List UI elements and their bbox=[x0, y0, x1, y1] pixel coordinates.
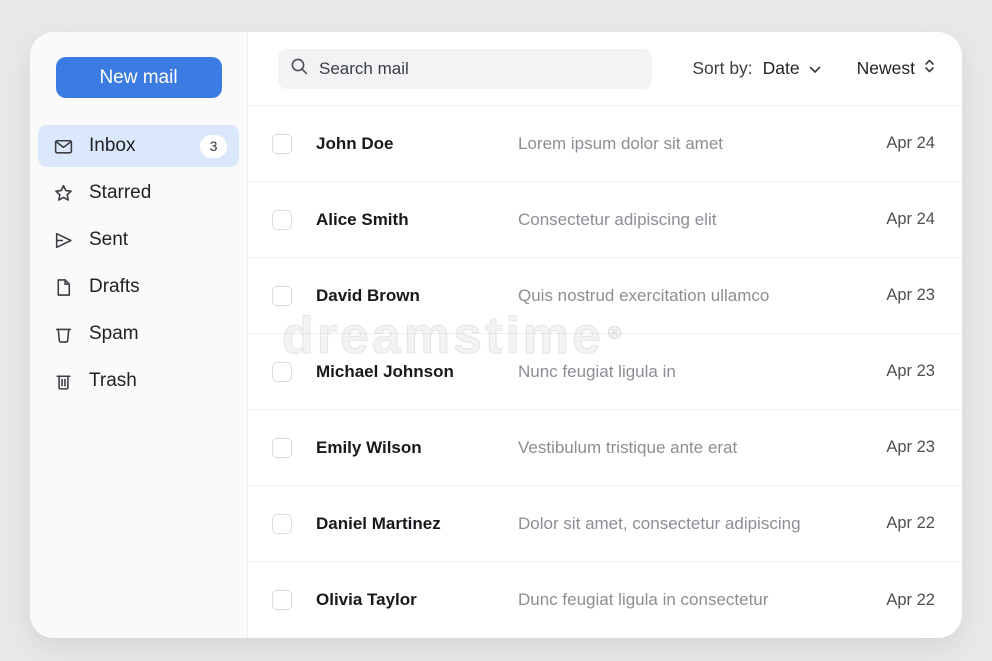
email-date: Apr 23 bbox=[886, 286, 935, 305]
email-checkbox[interactable] bbox=[272, 286, 292, 306]
email-date: Apr 22 bbox=[886, 591, 935, 610]
email-checkbox[interactable] bbox=[272, 210, 292, 230]
email-checkbox[interactable] bbox=[272, 134, 292, 154]
email-checkbox[interactable] bbox=[272, 438, 292, 458]
search-icon bbox=[290, 57, 309, 81]
email-date: Apr 22 bbox=[886, 514, 935, 533]
folder-label: Sent bbox=[89, 229, 128, 251]
email-preview: Consectetur adipiscing elit bbox=[518, 210, 870, 230]
search-input[interactable] bbox=[319, 59, 640, 79]
search-box[interactable] bbox=[278, 49, 652, 89]
email-preview: Dolor sit amet, consectetur adipiscing bbox=[518, 514, 870, 534]
email-date: Apr 23 bbox=[886, 362, 935, 381]
sidebar-item-drafts[interactable]: Drafts bbox=[38, 266, 239, 308]
sidebar-item-trash[interactable]: Trash bbox=[38, 360, 239, 402]
email-preview: Vestibulum tristique ante erat bbox=[518, 438, 870, 458]
folder-label: Inbox bbox=[89, 135, 135, 157]
email-sender: Daniel Martinez bbox=[316, 514, 518, 534]
sidebar-item-spam[interactable]: Spam bbox=[38, 313, 239, 355]
email-date: Apr 23 bbox=[886, 438, 935, 457]
email-checkbox[interactable] bbox=[272, 590, 292, 610]
mail-app-window: New mail Inbox 3 Starred Sent Drafts Spam Tras… bbox=[30, 32, 962, 638]
email-row[interactable]: Michael JohnsonNunc feugiat ligula in Apr… bbox=[248, 334, 962, 410]
email-preview: Lorem ipsum dolor sit amet bbox=[518, 134, 870, 154]
email-preview: Nunc feugiat ligula in bbox=[518, 362, 870, 382]
sort-field-value: Date bbox=[763, 58, 800, 79]
toolbar: Sort by: Date Newest bbox=[248, 32, 962, 106]
folder-label: Trash bbox=[89, 370, 137, 392]
email-row[interactable]: Olivia TaylorDunc feugiat ligula in cons… bbox=[248, 562, 962, 638]
email-row[interactable]: Emily WilsonVestibulum tristique ante er… bbox=[248, 410, 962, 486]
sort-controls: Sort by: Date Newest bbox=[692, 58, 935, 79]
folder-label: Spam bbox=[89, 323, 139, 345]
sidebar-item-sent[interactable]: Sent bbox=[38, 219, 239, 261]
drafts-icon bbox=[53, 277, 74, 298]
sort-order-toggle[interactable]: Newest bbox=[857, 58, 935, 79]
email-date: Apr 24 bbox=[886, 210, 935, 229]
unread-count-badge: 3 bbox=[200, 135, 227, 158]
sidebar: New mail Inbox 3 Starred Sent Drafts Spam Tras… bbox=[30, 32, 248, 638]
sidebar-item-inbox[interactable]: Inbox 3 bbox=[38, 125, 239, 167]
inbox-icon bbox=[53, 136, 74, 157]
email-row[interactable]: Alice SmithConsectetur adipiscing elit Ap… bbox=[248, 182, 962, 258]
email-sender: Michael Johnson bbox=[316, 362, 518, 382]
new-mail-button[interactable]: New mail bbox=[56, 57, 222, 98]
email-sender: John Doe bbox=[316, 134, 518, 154]
email-row[interactable]: David BrownQuis nostrud exercitation ull… bbox=[248, 258, 962, 334]
sort-arrows-icon bbox=[924, 58, 935, 79]
email-date: Apr 24 bbox=[886, 134, 935, 153]
sidebar-item-starred[interactable]: Starred bbox=[38, 172, 239, 214]
folder-label: Starred bbox=[89, 182, 151, 204]
folder-label: Drafts bbox=[89, 276, 140, 298]
spam-icon bbox=[53, 324, 74, 345]
email-sender: Olivia Taylor bbox=[316, 590, 518, 610]
mail-main-panel: Sort by: Date Newest bbox=[248, 32, 962, 638]
email-checkbox[interactable] bbox=[272, 362, 292, 382]
trash-icon bbox=[53, 371, 74, 392]
email-sender: David Brown bbox=[316, 286, 518, 306]
sort-field-dropdown[interactable]: Date bbox=[763, 58, 821, 79]
email-sender: Emily Wilson bbox=[316, 438, 518, 458]
email-preview: Dunc feugiat ligula in consectetur bbox=[518, 590, 870, 610]
send-icon bbox=[53, 230, 74, 251]
email-list: John DoeLorem ipsum dolor sit amet Apr 24… bbox=[248, 106, 962, 638]
sort-order-value: Newest bbox=[857, 58, 915, 79]
star-icon bbox=[53, 183, 74, 204]
chevron-down-icon bbox=[809, 58, 821, 79]
email-row[interactable]: Daniel MartinezDolor sit amet, consectet… bbox=[248, 486, 962, 562]
email-row[interactable]: John DoeLorem ipsum dolor sit amet Apr 24 bbox=[248, 106, 962, 182]
email-preview: Quis nostrud exercitation ullamco bbox=[518, 286, 870, 306]
email-sender: Alice Smith bbox=[316, 210, 518, 230]
sort-by-label: Sort by: bbox=[692, 58, 752, 79]
folder-list: Inbox 3 Starred Sent Drafts Spam Trash bbox=[30, 125, 247, 402]
email-checkbox[interactable] bbox=[272, 514, 292, 534]
